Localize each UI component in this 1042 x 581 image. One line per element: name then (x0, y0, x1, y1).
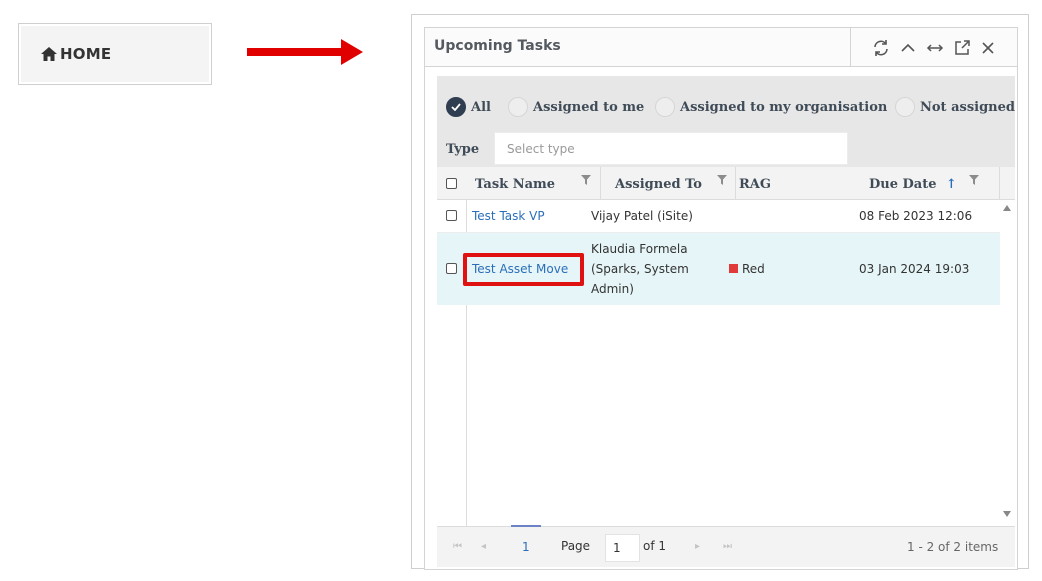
home-icon (41, 47, 57, 61)
filter-band: All Assigned to me Assigned to my organi… (437, 76, 1015, 167)
column-due-date[interactable]: Due Date (869, 177, 937, 192)
filter-assigned-to-me-radio[interactable]: Assigned to me (508, 97, 644, 117)
expand-width-icon[interactable] (925, 38, 945, 58)
refresh-icon[interactable] (871, 38, 891, 58)
table-row[interactable]: Test Asset Move Klaudia Formela (Sparks,… (437, 233, 1000, 305)
next-page-icon[interactable]: ▸ (695, 541, 700, 552)
column-divider (735, 167, 736, 199)
home-button[interactable]: HOME (18, 23, 212, 85)
task-name-link[interactable]: Test Task VP (472, 208, 545, 225)
radio-circle-icon (508, 97, 528, 117)
home-label: HOME (60, 45, 112, 63)
filter-assigned-to-me-label: Assigned to me (533, 99, 645, 115)
page-input-value: 1 (613, 541, 621, 555)
filter-assigned-to-org-label: Assigned to my organisation (680, 99, 888, 115)
rag-red-swatch-icon (729, 264, 738, 273)
of-pages-label: of 1 (643, 539, 667, 553)
page-input[interactable]: 1 (605, 534, 640, 562)
radio-circle-icon (655, 97, 675, 117)
filter-icon[interactable] (581, 175, 591, 185)
type-select-input[interactable]: Select type (494, 132, 848, 165)
assigned-to-cell-line-3: Admin) (591, 282, 634, 296)
upcoming-tasks-widget: Upcoming Tasks All Assigned to me Assign… (411, 14, 1029, 570)
check-icon (446, 97, 466, 117)
filter-not-assigned-label: Not assigned (920, 99, 1015, 115)
prev-page-icon[interactable]: ◂ (481, 541, 486, 552)
due-date-cell: 08 Feb 2023 12:06 (859, 209, 973, 223)
table-row[interactable]: Test Task VP Vijay Patel (iSite) 08 Feb … (437, 200, 1000, 233)
page-label: Page (561, 539, 591, 553)
filter-all-radio[interactable]: All (446, 97, 491, 117)
column-rag[interactable]: RAG (739, 177, 771, 192)
pager: ⏮ ◂ 1 Page 1 of 1 ▸ ⏭ 1 - 2 of 2 items (437, 525, 1015, 567)
assigned-to-cell-line-2: (Sparks, System (591, 262, 689, 276)
red-arrow-annotation (247, 39, 363, 65)
filter-icon[interactable] (717, 175, 727, 185)
assigned-to-cell: Vijay Patel (iSite) (591, 209, 693, 223)
scroll-down-icon[interactable] (1003, 511, 1011, 517)
highlight-box-annotation (463, 253, 584, 286)
items-summary: 1 - 2 of 2 items (907, 540, 999, 554)
radio-circle-icon (895, 97, 915, 117)
select-all-checkbox[interactable] (446, 178, 457, 189)
sort-ascending-icon[interactable]: ↑ (946, 177, 957, 192)
column-assigned-to[interactable]: Assigned To (615, 177, 702, 192)
popout-icon[interactable] (952, 38, 972, 58)
type-label: Type (446, 142, 480, 157)
rag-cell: Red (729, 261, 765, 278)
page-number-link[interactable]: 1 (522, 540, 530, 554)
filter-icon[interactable] (969, 175, 979, 185)
type-select-placeholder: Select type (507, 142, 575, 156)
filter-all-label: All (471, 99, 491, 115)
last-page-icon[interactable]: ⏭ (723, 541, 732, 552)
first-page-icon[interactable]: ⏮ (453, 541, 462, 552)
current-page-indicator (511, 525, 541, 527)
column-divider (999, 167, 1000, 199)
filter-not-assigned-radio[interactable]: Not assigned (895, 97, 1015, 117)
close-icon[interactable] (978, 38, 998, 58)
filter-assigned-to-org-radio[interactable]: Assigned to my organisation (655, 97, 887, 117)
due-date-cell: 03 Jan 2024 19:03 (859, 262, 970, 276)
row-checkbox[interactable] (446, 263, 457, 274)
grid-column-header: Task Name Assigned To RAG Due Date ↑ (437, 167, 1015, 200)
collapse-icon[interactable] (898, 38, 918, 58)
column-task-name[interactable]: Task Name (475, 177, 555, 192)
scroll-up-icon[interactable] (1003, 205, 1011, 211)
widget-header: Upcoming Tasks (424, 27, 1018, 66)
column-divider (600, 167, 601, 199)
tasks-grid-area: All Assigned to me Assigned to my organi… (424, 66, 1018, 570)
row-checkbox[interactable] (446, 210, 457, 221)
assigned-to-cell-line-1: Klaudia Formela (591, 242, 688, 256)
rag-label: Red (742, 262, 765, 276)
header-divider (850, 28, 851, 66)
widget-title: Upcoming Tasks (434, 38, 561, 54)
